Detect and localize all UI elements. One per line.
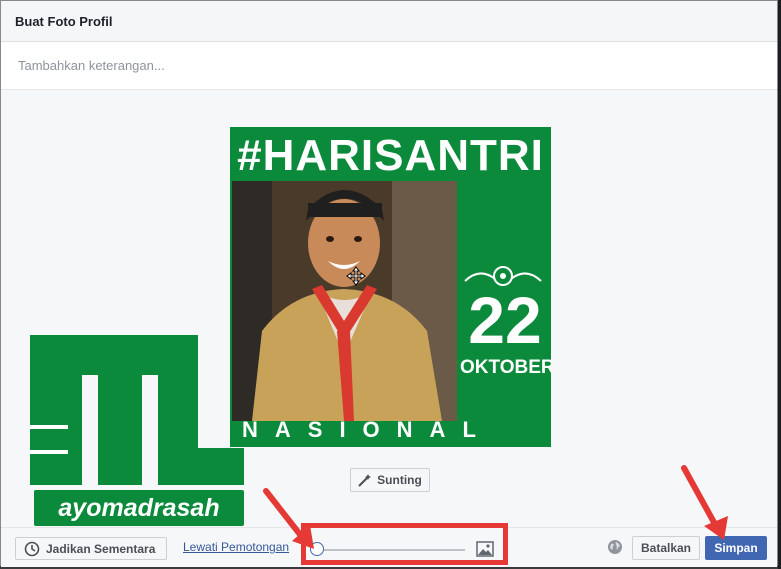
globe-icon[interactable] xyxy=(607,539,623,555)
make-temporary-button[interactable]: Jadikan Sementara xyxy=(15,537,167,560)
annotation-highlight-box xyxy=(301,523,508,565)
date-month: OKTOBER xyxy=(460,357,551,378)
date-day: 22 xyxy=(468,283,542,357)
edit-photo-label: Sunting xyxy=(377,473,422,487)
magic-wand-icon xyxy=(358,474,372,487)
annotation-arrow-slider xyxy=(263,488,314,549)
make-temporary-label: Jadikan Sementara xyxy=(46,541,156,556)
photo-banner-text: NASIONAL xyxy=(242,417,493,442)
photo-portrait xyxy=(232,181,457,421)
caption-field-container xyxy=(1,42,777,90)
move-cursor-icon xyxy=(346,266,366,286)
clock-icon xyxy=(24,541,40,556)
caption-input[interactable] xyxy=(16,57,720,74)
watermark-text: ayomadrasah xyxy=(34,490,244,526)
dialog-header: Buat Foto Profil xyxy=(1,1,777,42)
photo-headline: #HARISANTRI xyxy=(237,131,544,180)
dialog-title: Buat Foto Profil xyxy=(15,13,113,29)
profile-photo-frame[interactable]: #HARISANTRI 22 OKTOBER NASIONAL xyxy=(230,127,551,447)
edit-photo-button[interactable]: Sunting xyxy=(350,468,430,492)
annotation-arrow-save xyxy=(681,465,728,540)
